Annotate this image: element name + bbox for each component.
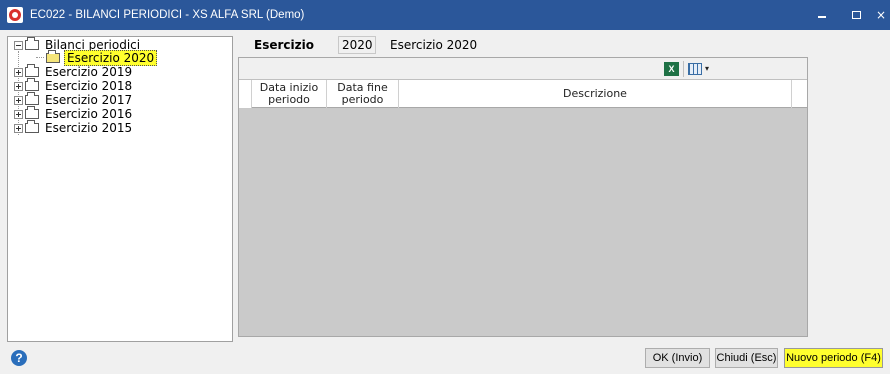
tree-item-label: Esercizio 2017 <box>45 93 133 107</box>
folder-icon <box>25 78 39 91</box>
expand-icon[interactable] <box>14 67 23 77</box>
minimize-button[interactable] <box>806 0 838 30</box>
row-indicator-header <box>239 80 252 108</box>
excel-export-icon[interactable]: X <box>664 62 679 76</box>
grid-body[interactable] <box>239 109 807 336</box>
app-icon[interactable] <box>7 7 23 23</box>
expand-icon[interactable] <box>14 95 23 105</box>
tree-item-esercizio-2017[interactable]: Esercizio 2017 <box>14 92 134 107</box>
folder-icon <box>25 92 39 105</box>
tree-item-esercizio-2019[interactable]: Esercizio 2019 <box>14 64 134 79</box>
folder-icon <box>25 64 39 77</box>
tree-item-label: Esercizio 2019 <box>45 65 133 79</box>
maximize-icon <box>851 11 861 19</box>
tree-item-esercizio-2015[interactable]: Esercizio 2015 <box>14 120 134 135</box>
tree-item-esercizio-2018[interactable]: Esercizio 2018 <box>14 78 134 93</box>
ok-button[interactable]: OK (Invio) <box>645 348 710 368</box>
expand-icon[interactable] <box>14 123 23 133</box>
grid-toolbar: X ▾ <box>239 58 807 80</box>
esercizi-tree[interactable]: Bilanci periodici Esercizio 2020 Eserciz… <box>7 36 233 342</box>
minimize-icon <box>818 16 826 18</box>
tree-item-label: Esercizio 2015 <box>45 121 133 135</box>
window-title: EC022 - BILANCI PERIODICI - XS ALFA SRL … <box>30 9 305 21</box>
folder-icon <box>25 37 39 50</box>
bilanci-periodici-window: EC022 - BILANCI PERIODICI - XS ALFA SRL … <box>0 0 890 374</box>
chevron-down-icon[interactable]: ▾ <box>705 64 709 73</box>
maximize-button[interactable] <box>840 0 872 30</box>
title-bar[interactable]: EC022 - BILANCI PERIODICI - XS ALFA SRL … <box>0 0 890 30</box>
columns-chooser-icon[interactable] <box>688 63 702 75</box>
open-folder-icon <box>46 50 60 63</box>
column-header-data-fine[interactable]: Data fine periodo <box>327 80 399 108</box>
column-header-descrizione[interactable]: Descrizione <box>399 80 792 108</box>
column-header-data-inizio[interactable]: Data inizio periodo <box>252 80 327 108</box>
periodi-grid: X ▾ Data inizio periodo Data fine period… <box>238 57 808 337</box>
folder-icon <box>25 120 39 133</box>
esercizio-year-field: 2020 <box>338 36 376 54</box>
new-period-button[interactable]: Nuovo periodo (F4) <box>784 348 883 368</box>
tree-item-label: Esercizio 2016 <box>45 107 133 121</box>
tree-item-label: Esercizio 2018 <box>45 79 133 93</box>
folder-icon <box>25 106 39 119</box>
help-icon[interactable]: ? <box>11 350 27 366</box>
close-button[interactable]: Chiudi (Esc) <box>715 348 778 368</box>
close-window-button[interactable]: × <box>872 0 890 30</box>
collapse-icon[interactable] <box>14 40 23 50</box>
tree-connector <box>36 57 44 58</box>
tree-item-label: Esercizio 2020 <box>64 50 158 66</box>
close-icon: × <box>875 8 887 22</box>
esercizio-label: Esercizio <box>254 38 314 52</box>
tree-item-esercizio-2016[interactable]: Esercizio 2016 <box>14 106 134 121</box>
tree-item-esercizio-2020[interactable]: Esercizio 2020 <box>46 50 158 66</box>
expand-icon[interactable] <box>14 81 23 91</box>
esercizio-description: Esercizio 2020 <box>390 38 478 52</box>
expand-icon[interactable] <box>14 109 23 119</box>
toolbar-separator <box>683 61 684 77</box>
grid-header-row: Data inizio periodo Data fine periodo De… <box>239 80 807 108</box>
